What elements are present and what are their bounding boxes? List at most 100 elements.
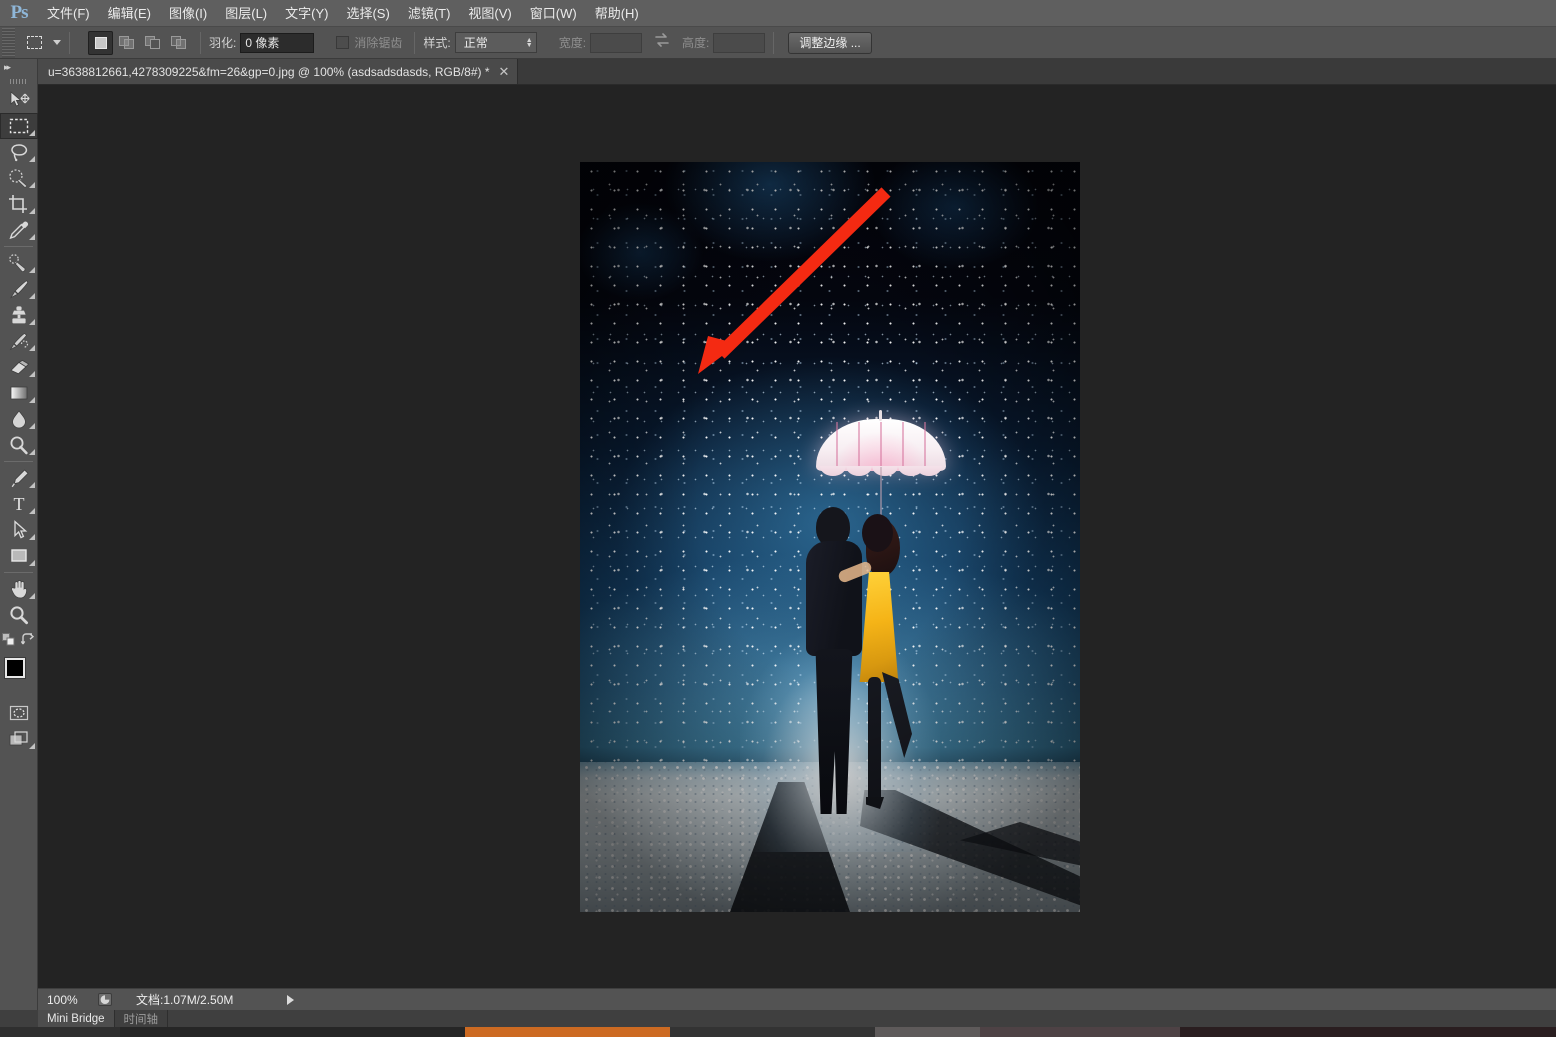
menu-select[interactable]: 选择(S): [337, 0, 398, 27]
flyout-triangle-icon: [29, 130, 35, 136]
double-chevron-right-icon: ▸▸: [4, 62, 9, 73]
tab-timeline[interactable]: 时间轴: [115, 1010, 169, 1027]
divider: [69, 32, 70, 54]
quick-mask-button[interactable]: [0, 700, 38, 726]
taskbar-item-2[interactable]: [120, 1027, 465, 1037]
color-swatches: [0, 656, 38, 696]
foreground-color-swatch[interactable]: [5, 658, 25, 678]
taskbar-item-6[interactable]: [980, 1027, 1180, 1037]
document-size-text: 文档:1.07M/2.50M: [136, 991, 233, 1008]
flyout-triangle-icon: [29, 743, 35, 749]
history-brush-tool[interactable]: [0, 328, 38, 354]
menu-view[interactable]: 视图(V): [459, 0, 520, 27]
antialias-checkbox[interactable]: [336, 36, 349, 49]
document-tab-bar: u=3638812661,4278309225&fm=26&gp=0.jpg @…: [38, 59, 1556, 85]
document-tab-title: u=3638812661,4278309225&fm=26&gp=0.jpg @…: [48, 65, 490, 79]
document-thumbnail-icon[interactable]: [96, 992, 114, 1008]
type-tool[interactable]: T: [0, 491, 38, 517]
move-tool[interactable]: [0, 87, 38, 113]
svg-text:T: T: [14, 494, 25, 514]
divider: [414, 32, 415, 54]
flyout-triangle-icon: [29, 293, 35, 299]
hand-tool[interactable]: [0, 576, 38, 602]
divider: [773, 32, 774, 54]
refine-edge-button[interactable]: 调整边缘 ...: [788, 32, 871, 54]
eraser-tool[interactable]: [0, 354, 38, 380]
brush-tool[interactable]: [0, 276, 38, 302]
flyout-triangle-icon: [29, 319, 35, 325]
default-colors-icon[interactable]: [2, 633, 16, 651]
menu-help[interactable]: 帮助(H): [586, 0, 648, 27]
document-image[interactable]: asdsadsdasds: [580, 162, 1080, 912]
chevron-updown-icon: ▲▼: [526, 38, 533, 48]
blur-tool[interactable]: [0, 406, 38, 432]
menu-window[interactable]: 窗口(W): [521, 0, 586, 27]
divider: [200, 32, 201, 54]
flyout-triangle-icon: [29, 482, 35, 488]
clone-stamp-tool[interactable]: [0, 302, 38, 328]
subtract-from-selection-button[interactable]: [140, 31, 165, 55]
crop-tool[interactable]: [0, 191, 38, 217]
flyout-triangle-icon: [29, 182, 35, 188]
flyout-triangle-icon: [29, 397, 35, 403]
document-tab[interactable]: u=3638812661,4278309225&fm=26&gp=0.jpg @…: [38, 59, 518, 84]
zoom-level-field[interactable]: 100%: [44, 992, 96, 1008]
taskbar-item-1[interactable]: [0, 1027, 120, 1037]
options-bar: 羽化: 0 像素 消除锯齿 样式: 正常 ▲▼ 宽度: 高度: 调整边缘 ...: [0, 27, 1556, 59]
close-icon[interactable]: ✕: [499, 67, 510, 77]
gradient-tool[interactable]: [0, 380, 38, 406]
screen-mode-button[interactable]: [0, 726, 38, 752]
play-arrow-icon[interactable]: [287, 995, 294, 1005]
menu-image[interactable]: 图像(I): [160, 0, 216, 27]
style-select-value: 正常: [464, 34, 488, 51]
new-selection-button[interactable]: [88, 31, 113, 55]
flyout-triangle-icon: [29, 371, 35, 377]
dodge-tool[interactable]: [0, 432, 38, 458]
divider: [4, 572, 33, 573]
add-to-selection-button[interactable]: [114, 31, 139, 55]
canvas-area[interactable]: asdsadsdasds: [38, 85, 1556, 988]
menu-filter[interactable]: 滤镜(T): [399, 0, 460, 27]
flyout-triangle-icon: [29, 423, 35, 429]
options-bar-grip[interactable]: [2, 28, 15, 58]
bottom-panel-tab-bar: Mini Bridge 时间轴: [38, 1010, 1556, 1027]
height-input[interactable]: [713, 33, 765, 53]
eyedropper-tool[interactable]: [0, 217, 38, 243]
flyout-triangle-icon: [29, 593, 35, 599]
red-arrow-annotation: [580, 162, 1080, 912]
feather-label: 羽化:: [209, 34, 236, 51]
taskbar-item-active[interactable]: [465, 1027, 670, 1037]
path-selection-tool[interactable]: [0, 517, 38, 543]
zoom-tool[interactable]: [0, 602, 38, 628]
rectangular-marquee-tool[interactable]: [0, 113, 38, 139]
rectangular-marquee-icon[interactable]: [21, 31, 47, 55]
taskbar-item-7[interactable]: [1180, 1027, 1556, 1037]
menu-layer[interactable]: 图层(L): [216, 0, 276, 27]
taskbar-item-4[interactable]: [670, 1027, 875, 1037]
selection-mode-group: [88, 31, 192, 55]
tab-mini-bridge[interactable]: Mini Bridge: [38, 1010, 115, 1027]
divider: [4, 461, 33, 462]
taskbar-item-5[interactable]: [875, 1027, 980, 1037]
toolbar-collapse-button[interactable]: ▸▸: [0, 59, 37, 75]
swap-arrows-icon[interactable]: [654, 33, 670, 52]
spot-healing-tool[interactable]: [0, 250, 38, 276]
pen-tool[interactable]: [0, 465, 38, 491]
rectangle-shape-tool[interactable]: [0, 543, 38, 569]
feather-input[interactable]: 0 像素: [240, 33, 314, 53]
menu-type[interactable]: 文字(Y): [276, 0, 337, 27]
menu-bar: Ps 文件(F) 编辑(E) 图像(I) 图层(L) 文字(Y) 选择(S) 滤…: [0, 0, 1556, 27]
flyout-triangle-icon: [29, 508, 35, 514]
intersect-with-selection-button[interactable]: [166, 31, 191, 55]
style-label: 样式:: [423, 34, 450, 51]
lasso-tool[interactable]: [0, 139, 38, 165]
width-input[interactable]: [590, 33, 642, 53]
quick-selection-tool[interactable]: [0, 165, 38, 191]
tool-preset-chevron-down-icon[interactable]: [53, 40, 61, 45]
menu-edit[interactable]: 编辑(E): [99, 0, 160, 27]
style-select[interactable]: 正常 ▲▼: [455, 32, 537, 53]
menu-file[interactable]: 文件(F): [38, 0, 99, 27]
swap-colors-icon[interactable]: [21, 633, 35, 651]
width-label: 宽度:: [559, 34, 586, 51]
toolbar-grip[interactable]: [0, 75, 37, 87]
